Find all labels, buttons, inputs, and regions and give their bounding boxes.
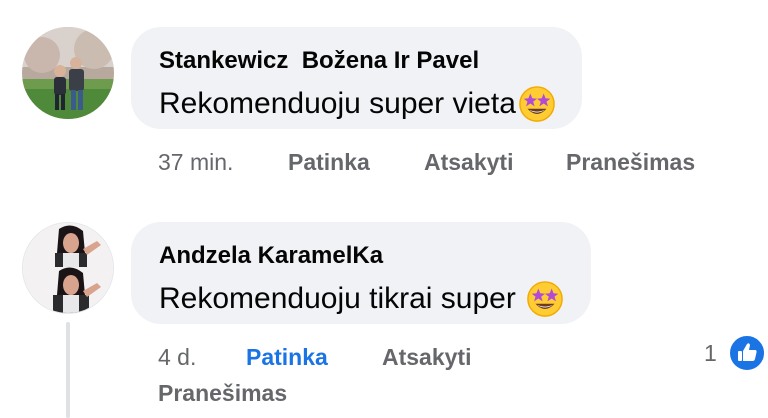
- comment-author[interactable]: Andzela KaramelKa: [159, 242, 383, 270]
- report-button[interactable]: Pranešimas: [158, 380, 287, 407]
- report-button[interactable]: Pranešimas: [566, 149, 695, 176]
- reply-button[interactable]: Atsakyti: [382, 344, 471, 371]
- star-struck-emoji-icon: [519, 86, 555, 122]
- comment-author[interactable]: Stankewicz Božena Ir Pavel: [159, 47, 479, 75]
- avatar[interactable]: [22, 27, 114, 119]
- reply-button[interactable]: Atsakyti: [424, 149, 513, 176]
- avatar[interactable]: [22, 222, 114, 314]
- comment-bubble: Stankewicz Božena Ir Pavel Rekomenduoju …: [131, 27, 582, 129]
- avatar-photo: [23, 223, 113, 313]
- comment-text: Rekomenduoju tikrai super: [159, 280, 564, 318]
- thumbs-up-glyph: [738, 343, 757, 361]
- comment-text-content: Rekomenduoju tikrai super: [159, 282, 516, 315]
- reaction-count[interactable]: 1: [704, 340, 717, 367]
- like-button[interactable]: Patinka: [288, 149, 370, 176]
- comment-text-content: Rekomenduoju super vieta: [159, 87, 516, 120]
- like-button[interactable]: Patinka: [246, 344, 328, 371]
- avatar-photo: [22, 27, 114, 119]
- comment-bubble: Andzela KaramelKa Rekomenduoju tikrai su…: [131, 222, 591, 324]
- comment-time[interactable]: 4 d.: [158, 344, 196, 371]
- comment-time[interactable]: 37 min.: [158, 149, 233, 176]
- like-thumbs-up-icon[interactable]: [728, 334, 766, 372]
- star-struck-emoji-icon: [527, 281, 563, 317]
- reply-thread-line: [66, 322, 70, 418]
- comment-text: Rekomenduoju super vieta: [159, 85, 556, 123]
